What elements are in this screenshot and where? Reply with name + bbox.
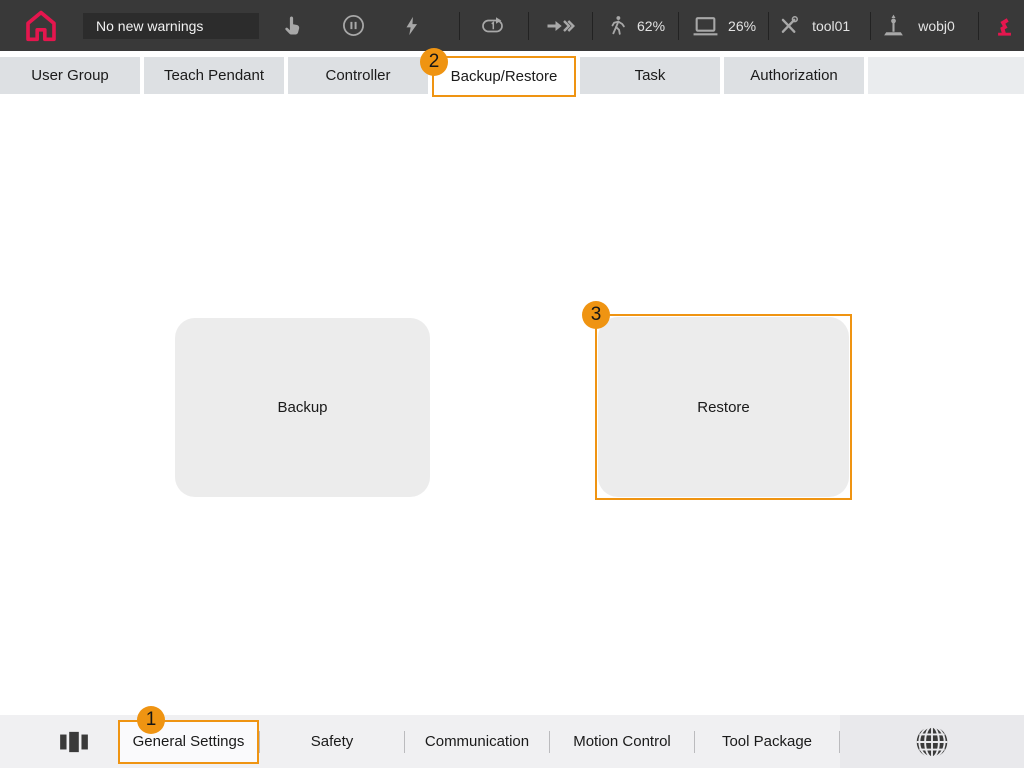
tap-hand-icon	[282, 14, 306, 38]
pause-circle-icon	[341, 13, 366, 38]
joystick-icon	[881, 13, 906, 38]
payload-percent: 26%	[728, 18, 756, 34]
tool-selector[interactable]: tool01	[777, 14, 850, 37]
tab-bar-filler	[868, 57, 1024, 94]
step-forward-icon	[545, 14, 575, 38]
crossed-tools-icon	[777, 14, 800, 37]
nav-label: Tool Package	[722, 733, 812, 750]
divider	[528, 12, 529, 40]
restore-highlight-box: Restore	[595, 314, 852, 500]
wobj-label: wobj0	[918, 18, 955, 34]
tab-backup-restore[interactable]: Backup/Restore	[432, 56, 576, 97]
home-icon	[22, 7, 60, 45]
tab-authorization[interactable]: Authorization	[724, 57, 864, 94]
bottom-nav: General Settings Safety Communication Mo…	[118, 715, 840, 768]
wobj-selector[interactable]: wobj0	[881, 13, 955, 38]
step-badge-2: 2	[420, 48, 448, 76]
divider	[459, 12, 460, 40]
nav-label: Safety	[311, 733, 354, 750]
nav-safety[interactable]: Safety	[260, 715, 404, 768]
warning-message-box[interactable]: No new warnings	[83, 13, 259, 39]
nav-label: Communication	[425, 733, 529, 750]
divider	[592, 12, 593, 40]
hand-guide-button[interactable]	[282, 14, 306, 38]
home-button[interactable]	[21, 6, 61, 46]
tab-label: Controller	[325, 67, 390, 84]
tab-label: Teach Pendant	[164, 67, 264, 84]
running-person-icon	[606, 14, 628, 38]
language-button[interactable]	[840, 715, 1024, 768]
restore-button-label: Restore	[697, 399, 750, 416]
pause-button[interactable]	[341, 13, 366, 38]
nav-label: Motion Control	[573, 733, 671, 750]
divider	[870, 12, 871, 40]
backup-button-label: Backup	[277, 399, 327, 416]
divider	[678, 12, 679, 40]
tab-user-group[interactable]: User Group	[0, 57, 140, 94]
step-badge-3: 3	[582, 301, 610, 329]
loop-once-icon	[479, 14, 506, 38]
globe-icon	[913, 723, 951, 761]
settings-tab-bar: User Group Teach Pendant Controller Back…	[0, 57, 1024, 94]
speed-percent: 62%	[637, 18, 665, 34]
divider	[768, 12, 769, 40]
nav-communication[interactable]: Communication	[405, 715, 549, 768]
step-forward-button[interactable]	[545, 14, 575, 38]
divider	[978, 12, 979, 40]
laptop-icon	[692, 14, 719, 38]
restore-button[interactable]: Restore	[598, 317, 849, 497]
tab-controller[interactable]: Controller	[288, 57, 428, 94]
robot-status-button[interactable]	[991, 12, 1018, 39]
backup-button[interactable]: Backup	[175, 318, 430, 497]
tab-label: Task	[635, 67, 666, 84]
tab-teach-pendant[interactable]: Teach Pendant	[144, 57, 284, 94]
nav-label: General Settings	[133, 733, 245, 750]
tool-label: tool01	[812, 18, 850, 34]
lightning-bolt-icon	[401, 15, 423, 37]
top-status-bar: No new warnings	[0, 0, 1024, 51]
tab-label: User Group	[31, 67, 109, 84]
apps-carousel-button[interactable]	[58, 729, 90, 755]
carousel-bars-icon	[58, 729, 90, 755]
nav-tool-package[interactable]: Tool Package	[695, 715, 839, 768]
power-button[interactable]	[401, 15, 423, 37]
tab-label: Authorization	[750, 67, 838, 84]
warning-text: No new warnings	[96, 18, 203, 34]
tab-task[interactable]: Task	[580, 57, 720, 94]
speed-indicator[interactable]: 62%	[606, 14, 665, 38]
loop-once-button[interactable]	[479, 14, 506, 38]
screen: No new warnings	[0, 0, 1024, 768]
tab-label: Backup/Restore	[451, 68, 558, 85]
system-load-indicator[interactable]: 26%	[692, 14, 756, 38]
nav-motion-control[interactable]: Motion Control	[550, 715, 694, 768]
step-badge-1: 1	[137, 706, 165, 734]
robot-arm-icon	[991, 12, 1018, 39]
